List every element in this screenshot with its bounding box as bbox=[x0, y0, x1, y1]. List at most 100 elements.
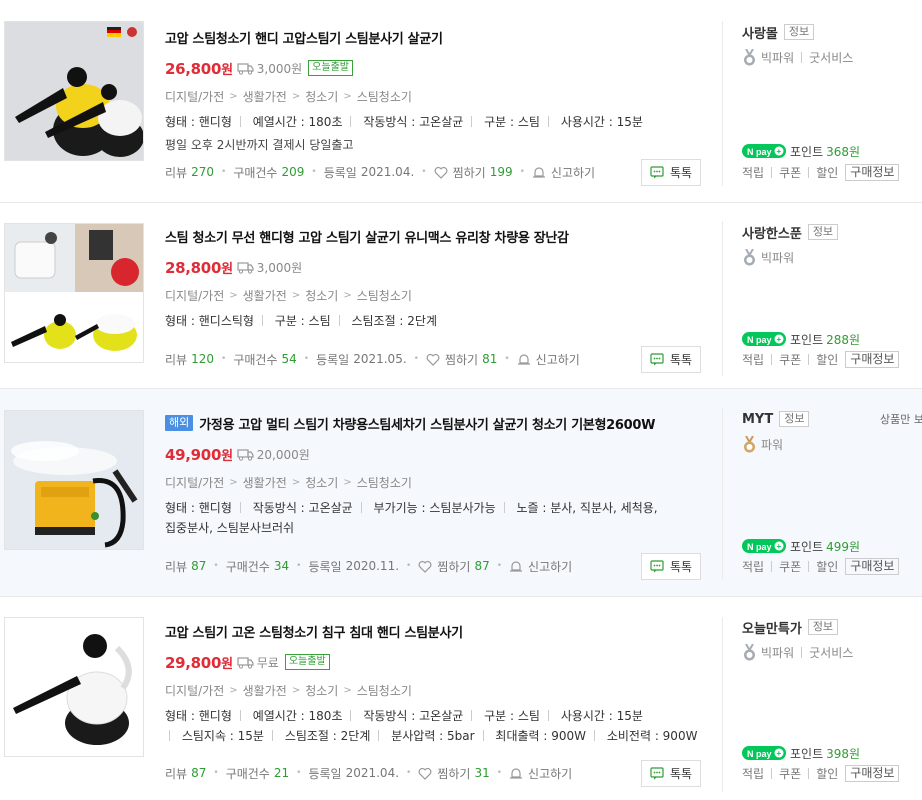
report-button[interactable]: 신고하기 bbox=[528, 765, 572, 782]
link-earn[interactable]: 적립 bbox=[742, 765, 764, 782]
review-label[interactable]: 리뷰 bbox=[165, 558, 187, 575]
like-button[interactable]: 찜하기 bbox=[437, 765, 470, 782]
seller-name[interactable]: 오늘만특가 bbox=[742, 618, 802, 637]
heart-icon[interactable] bbox=[418, 560, 432, 573]
category-link[interactable]: 디지털/가전 bbox=[165, 287, 224, 304]
side-note[interactable]: 상품만 보 bbox=[880, 411, 922, 427]
npay-logo: N pay + bbox=[742, 332, 786, 346]
heart-icon[interactable] bbox=[434, 166, 448, 179]
category-link[interactable]: 스팀청소기 bbox=[357, 474, 412, 491]
product-title[interactable]: 고압 스팀청소기 핸디 고압스팀기 스팀분사기 살균기 bbox=[165, 28, 443, 47]
review-count[interactable]: 87 bbox=[191, 766, 206, 780]
report-button[interactable]: 신고하기 bbox=[536, 351, 580, 368]
category-link[interactable]: 청소기 bbox=[305, 682, 338, 699]
today-ship-badge: 오늘출발 bbox=[308, 60, 353, 76]
link-discount[interactable]: 할인 bbox=[816, 558, 838, 575]
review-label[interactable]: 리뷰 bbox=[165, 164, 187, 181]
category-link[interactable]: 청소기 bbox=[305, 88, 338, 105]
seller-name[interactable]: MYT bbox=[742, 412, 773, 427]
link-coupon[interactable]: 쿠폰 bbox=[779, 164, 801, 181]
category-link[interactable]: 생활가전 bbox=[243, 287, 287, 304]
review-count[interactable]: 120 bbox=[191, 352, 214, 366]
bell-icon[interactable] bbox=[517, 353, 531, 366]
review-label[interactable]: 리뷰 bbox=[165, 765, 187, 782]
seller-info-button[interactable]: 정보 bbox=[807, 619, 839, 635]
bell-icon[interactable] bbox=[532, 166, 546, 179]
spec-item: 예열시간 : 180초 bbox=[252, 709, 343, 723]
product-thumbnail[interactable] bbox=[4, 410, 144, 550]
link-coupon[interactable]: 쿠폰 bbox=[779, 351, 801, 368]
product-thumbnail[interactable] bbox=[4, 223, 144, 363]
breadcrumb: 디지털/가전 > 생활가전 > 청소기 > 스팀청소기 bbox=[165, 474, 412, 491]
spec-list: 형태 : 핸디형 예열시간 : 180초 작동방식 : 고온살균 구분 : 스팀… bbox=[165, 706, 710, 746]
talktalk-button[interactable]: 톡톡 bbox=[641, 553, 701, 580]
report-button[interactable]: 신고하기 bbox=[528, 558, 572, 575]
product-thumbnail[interactable] bbox=[4, 21, 144, 161]
spec-item: 구분 : 스팀 bbox=[484, 115, 540, 129]
category-link[interactable]: 생활가전 bbox=[243, 88, 287, 105]
link-coupon[interactable]: 쿠폰 bbox=[779, 765, 801, 782]
medal-icon bbox=[744, 643, 755, 660]
product-title[interactable]: 고압 스팀기 고온 스팀청소기 침구 침대 핸디 스팀분사기 bbox=[165, 622, 463, 641]
purchase-info-button[interactable]: 구매정보 bbox=[845, 350, 900, 368]
product-title[interactable]: 스팀 청소기 무선 핸디형 고압 스팀기 살균기 유니맥스 유리창 차량용 장난… bbox=[165, 227, 569, 246]
talktalk-button[interactable]: 톡톡 bbox=[641, 760, 701, 787]
talktalk-button[interactable]: 톡톡 bbox=[641, 346, 701, 373]
purchase-label: 구매건수 bbox=[225, 766, 270, 781]
category-link[interactable]: 디지털/가전 bbox=[165, 682, 224, 699]
product-thumbnail[interactable] bbox=[4, 617, 144, 757]
link-earn[interactable]: 적립 bbox=[742, 558, 764, 575]
heart-icon[interactable] bbox=[426, 353, 440, 366]
seller-info-button[interactable]: 정보 bbox=[807, 224, 839, 240]
heart-icon[interactable] bbox=[418, 767, 432, 780]
purchase-info-button[interactable]: 구매정보 bbox=[845, 163, 900, 181]
category-link[interactable]: 생활가전 bbox=[243, 474, 287, 491]
like-count: 81 bbox=[482, 352, 498, 366]
product-item: 고압 스팀청소기 핸디 고압스팀기 스팀분사기 살균기 26,800원 3,00… bbox=[0, 0, 922, 203]
like-button[interactable]: 찜하기 bbox=[437, 558, 470, 575]
link-discount[interactable]: 할인 bbox=[816, 765, 838, 782]
spec-list: 형태 : 핸디스틱형 구분 : 스팀 스팀조절 : 2단계 bbox=[165, 311, 710, 331]
category-link[interactable]: 스팀청소기 bbox=[357, 682, 412, 699]
seller-name[interactable]: 사랑한스푼 bbox=[742, 223, 802, 242]
talktalk-button[interactable]: 톡톡 bbox=[641, 159, 701, 186]
svg-text:+: + bbox=[777, 335, 782, 344]
bell-icon[interactable] bbox=[509, 560, 523, 573]
category-link[interactable]: 디지털/가전 bbox=[165, 474, 224, 491]
point-value: 368원 bbox=[826, 144, 861, 159]
npay-logo: N pay + bbox=[742, 746, 786, 760]
category-link[interactable]: 청소기 bbox=[305, 287, 338, 304]
category-link[interactable]: 생활가전 bbox=[243, 682, 287, 699]
review-count[interactable]: 270 bbox=[191, 165, 214, 179]
point-label: 포인트 bbox=[790, 144, 824, 159]
truck-icon bbox=[237, 448, 254, 461]
svg-text:+: + bbox=[777, 749, 782, 758]
category-link[interactable]: 스팀청소기 bbox=[357, 88, 412, 105]
category-link[interactable]: 청소기 bbox=[305, 474, 338, 491]
seller-info-button[interactable]: 정보 bbox=[783, 24, 815, 40]
review-count[interactable]: 87 bbox=[191, 559, 206, 573]
purchase-info-button[interactable]: 구매정보 bbox=[845, 764, 900, 782]
product-title[interactable]: 가정용 고압 멀티 스팀기 차량용스팀세차기 스팀분사기 살균기 청소기 기본형… bbox=[199, 414, 655, 433]
npay-logo: N pay + bbox=[742, 144, 786, 158]
review-label[interactable]: 리뷰 bbox=[165, 351, 187, 368]
link-discount[interactable]: 할인 bbox=[816, 164, 838, 181]
point-value: 288원 bbox=[826, 332, 861, 347]
spec-item: 스팀조절 : 2단계 bbox=[284, 729, 371, 743]
report-button[interactable]: 신고하기 bbox=[551, 164, 595, 181]
category-link[interactable]: 스팀청소기 bbox=[357, 287, 412, 304]
link-earn[interactable]: 적립 bbox=[742, 351, 764, 368]
bell-icon[interactable] bbox=[509, 767, 523, 780]
link-coupon[interactable]: 쿠폰 bbox=[779, 558, 801, 575]
like-button[interactable]: 찜하기 bbox=[453, 164, 486, 181]
seller-info-button[interactable]: 정보 bbox=[779, 411, 810, 427]
reg-date: 2021.04. bbox=[345, 766, 400, 780]
category-link[interactable]: 디지털/가전 bbox=[165, 88, 224, 105]
purchase-info-button[interactable]: 구매정보 bbox=[845, 557, 900, 575]
link-earn[interactable]: 적립 bbox=[742, 164, 764, 181]
seller-name[interactable]: 사랑몰 bbox=[742, 23, 778, 42]
like-button[interactable]: 찜하기 bbox=[445, 351, 478, 368]
link-discount[interactable]: 할인 bbox=[816, 351, 838, 368]
purchase-label: 구매건수 bbox=[233, 165, 278, 180]
breadcrumb: 디지털/가전 > 생활가전 > 청소기 > 스팀청소기 bbox=[165, 88, 412, 105]
